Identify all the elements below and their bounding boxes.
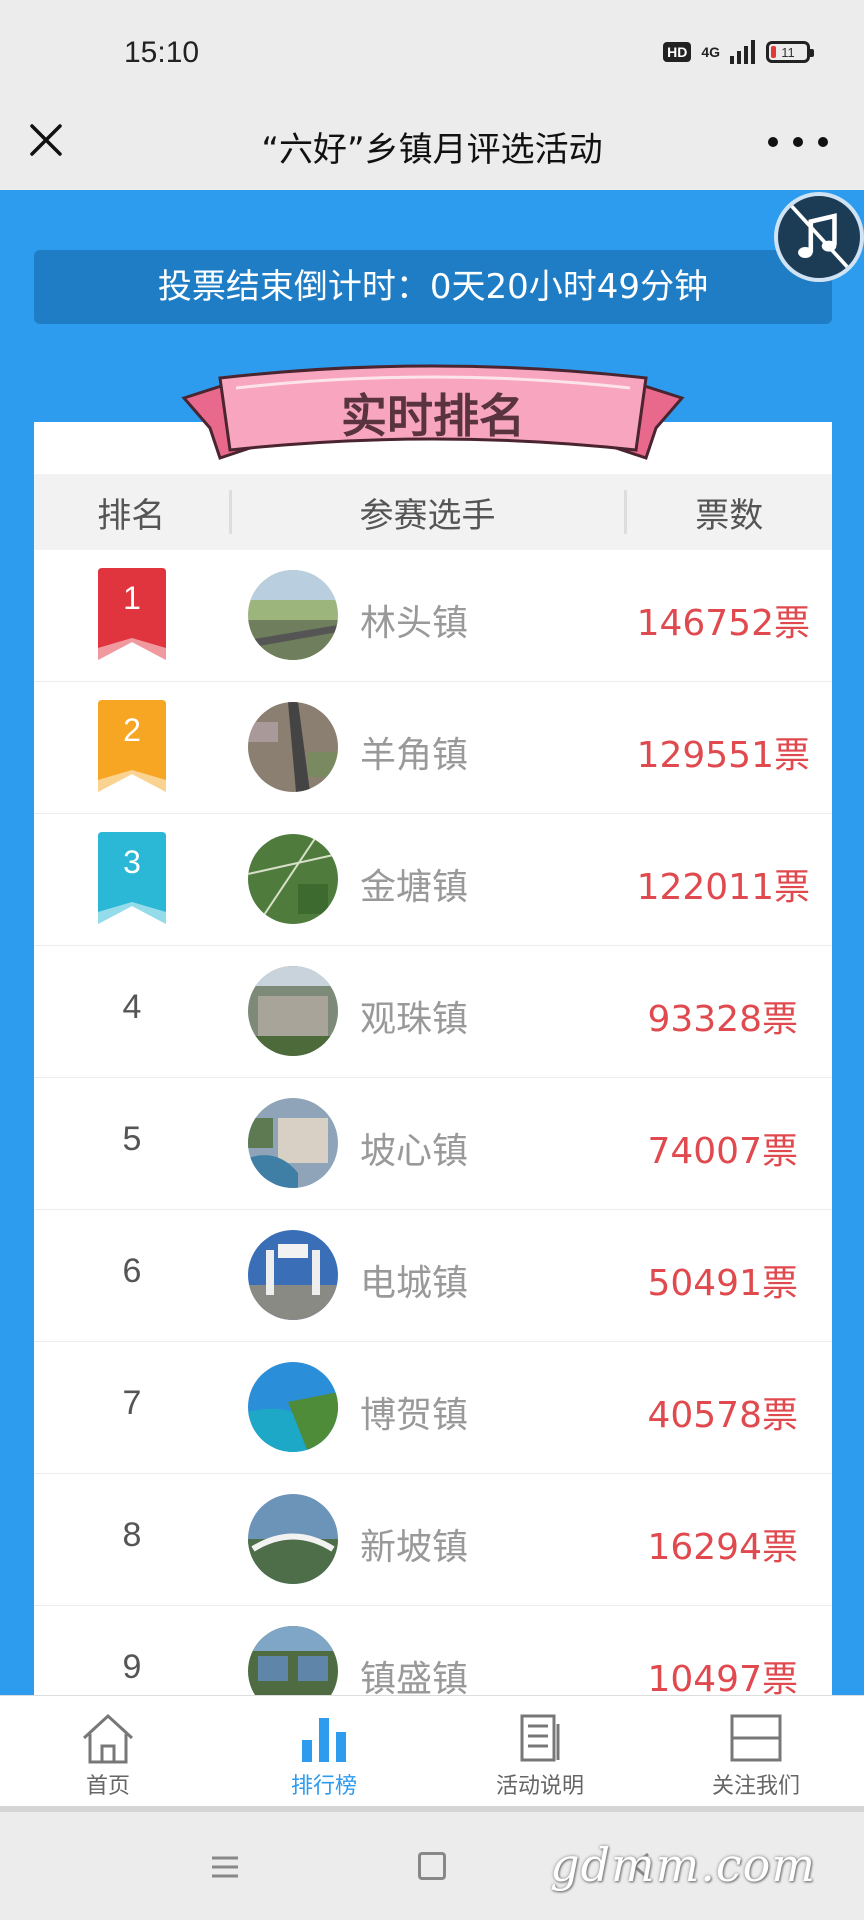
avatar <box>248 1098 338 1188</box>
ranking-list: 1 林头镇 146752票 2 羊角镇 129551票 3 金塘镇 122011… <box>34 550 832 1695</box>
tab-label: 活动说明 <box>495 1774 584 1799</box>
avatar <box>248 834 338 924</box>
banner-title: 实时排名 <box>341 389 525 443</box>
avatar <box>248 702 338 792</box>
rank-number: 1 <box>123 580 141 616</box>
tab-follow[interactable]: 关注我们 <box>648 1696 864 1807</box>
status-time: 15:10 <box>124 36 200 69</box>
player-name: 羊角镇 <box>360 735 469 776</box>
vote-count: 146752票 <box>636 603 810 644</box>
rank-number: 6 <box>122 1252 142 1290</box>
header-rank: 排名 <box>97 495 166 536</box>
vote-count: 10497票 <box>647 1659 798 1695</box>
document-icon <box>520 1714 560 1762</box>
vote-count: 74007票 <box>647 1131 798 1172</box>
table-row[interactable]: 5 坡心镇 74007票 <box>34 1078 832 1210</box>
vote-count: 40578票 <box>647 1395 798 1436</box>
signal-icon <box>730 40 755 64</box>
table-header: 排名 参赛选手 票数 <box>34 474 832 550</box>
player-name: 观珠镇 <box>360 999 469 1040</box>
table-row[interactable]: 9 镇盛镇 10497票 <box>34 1606 832 1695</box>
rank-number: 5 <box>122 1120 142 1158</box>
menu-icon[interactable] <box>210 1852 240 1882</box>
rank-number: 4 <box>122 988 142 1026</box>
status-bar: 15:10 HD 4G 11 <box>0 0 864 100</box>
table-row[interactable]: 3 金塘镇 122011票 <box>34 814 832 946</box>
rank-number: 8 <box>122 1516 142 1554</box>
header-player: 参赛选手 <box>359 495 496 536</box>
player-name: 林头镇 <box>360 603 469 644</box>
vote-count: 129551票 <box>636 735 810 776</box>
more-icon[interactable] <box>768 130 828 154</box>
vote-count: 93328票 <box>647 999 798 1040</box>
player-name: 坡心镇 <box>360 1131 469 1172</box>
table-row[interactable]: 7 博贺镇 40578票 <box>34 1342 832 1474</box>
rank-number: 2 <box>123 712 141 748</box>
vote-count: 122011票 <box>636 867 810 908</box>
bar-chart-icon <box>302 1718 346 1762</box>
avatar <box>248 1362 338 1452</box>
network-label: 4G <box>701 44 720 60</box>
tab-label: 排行榜 <box>290 1774 357 1799</box>
avatar <box>248 1230 338 1320</box>
player-name: 新坡镇 <box>360 1527 469 1568</box>
table-row[interactable]: 4 观珠镇 93328票 <box>34 946 832 1078</box>
player-name: 博贺镇 <box>360 1395 469 1436</box>
home-icon <box>82 1713 134 1764</box>
player-name: 镇盛镇 <box>360 1659 469 1695</box>
title-bar: “六好”乡镇月评选活动 <box>0 100 864 190</box>
avatar <box>248 1494 338 1584</box>
watermark: gdmm.com <box>550 1838 816 1892</box>
main-content: 投票结束倒计时：0天20小时49分钟 实时排名 排名 参赛选手 票数 1 林头镇… <box>0 190 864 1695</box>
tab-label: 关注我们 <box>711 1774 800 1799</box>
page-title: “六好”乡镇月评选活动 <box>261 130 603 170</box>
table-row[interactable]: 6 电城镇 50491票 <box>34 1210 832 1342</box>
rank-number: 3 <box>123 844 141 880</box>
avatar <box>248 570 338 660</box>
battery-level: 11 <box>781 44 795 60</box>
header-votes: 票数 <box>695 495 764 536</box>
avatar <box>248 1626 338 1695</box>
rank-number: 9 <box>122 1648 142 1686</box>
tab-rules[interactable]: 活动说明 <box>432 1696 648 1807</box>
avatar <box>248 966 338 1056</box>
vote-count: 16294票 <box>647 1527 798 1568</box>
tab-label: 首页 <box>85 1774 130 1799</box>
player-name: 电城镇 <box>360 1263 469 1304</box>
countdown-timer: 投票结束倒计时：0天20小时49分钟 <box>34 250 832 324</box>
hd-badge: HD <box>663 42 692 62</box>
table-row[interactable]: 1 林头镇 146752票 <box>34 550 832 682</box>
qr-frame-icon <box>730 1714 782 1762</box>
rank-number: 7 <box>122 1384 142 1422</box>
battery-icon: 11 <box>766 41 814 63</box>
tab-ranking[interactable]: 排行榜 <box>216 1696 432 1807</box>
table-row[interactable]: 2 羊角镇 129551票 <box>34 682 832 814</box>
vote-count: 50491票 <box>647 1263 798 1304</box>
status-icons: HD 4G 11 <box>663 40 814 64</box>
home-nav-icon[interactable] <box>418 1852 446 1880</box>
music-toggle-icon[interactable] <box>774 192 864 282</box>
bottom-tab-bar: 首页 排行榜 活动说明 关注我们 <box>0 1695 864 1807</box>
player-name: 金塘镇 <box>360 867 469 908</box>
tab-home[interactable]: 首页 <box>0 1696 216 1807</box>
table-row[interactable]: 8 新坡镇 16294票 <box>34 1474 832 1606</box>
